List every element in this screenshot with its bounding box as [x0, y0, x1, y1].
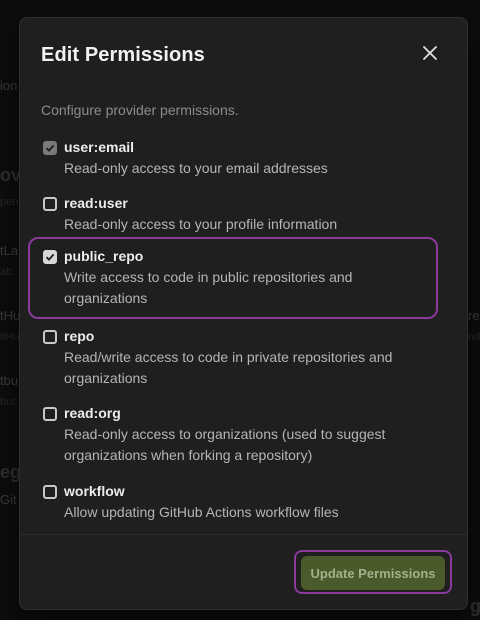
close-button[interactable]: [419, 42, 441, 64]
permission-repo[interactable]: repo Read/write access to code in privat…: [28, 317, 438, 399]
permission-name: user:email: [64, 139, 135, 155]
checkbox-read-org[interactable]: [43, 407, 57, 421]
checkbox-repo[interactable]: [43, 330, 57, 344]
checkbox-public-repo[interactable]: [43, 250, 57, 264]
permission-name: read:user: [64, 195, 128, 211]
permission-read-org[interactable]: read:org Read-only access to organizatio…: [28, 394, 438, 476]
permission-desc: Read-only access to your profile informa…: [64, 216, 338, 232]
permission-read-user[interactable]: read:user Read-only access to your profi…: [28, 184, 438, 245]
edit-permissions-dialog: Edit Permissions Configure provider perm…: [19, 17, 468, 610]
permission-name: public_repo: [64, 248, 144, 264]
checkbox-read-user[interactable]: [43, 197, 57, 211]
permission-desc: Read-only access to organizations (used …: [64, 426, 386, 463]
permission-name: repo: [64, 328, 95, 344]
permission-user-email[interactable]: user:email Read-only access to your emai…: [28, 128, 438, 189]
permission-desc: Write access to code in public repositor…: [64, 269, 353, 306]
permission-name: workflow: [64, 483, 125, 499]
dialog-title: Edit Permissions: [41, 44, 205, 66]
permission-public-repo[interactable]: public_repo Write access to code in publ…: [28, 237, 438, 319]
footer-divider: [20, 534, 467, 535]
checkbox-workflow[interactable]: [43, 485, 57, 499]
check-icon: [45, 253, 55, 261]
close-icon: [423, 46, 437, 60]
permission-desc: Read-only access to your email addresses: [64, 160, 328, 176]
permission-name: read:org: [64, 405, 121, 421]
update-permissions-button[interactable]: Update Permissions: [301, 556, 445, 590]
dialog-subtitle: Configure provider permissions.: [41, 102, 239, 118]
permission-workflow[interactable]: workflow Allow updating GitHub Actions w…: [28, 472, 438, 533]
checkbox-user-email[interactable]: [43, 141, 57, 155]
permission-desc: Read/write access to code in private rep…: [64, 349, 393, 386]
check-icon: [45, 144, 55, 152]
permission-desc: Allow updating GitHub Actions workflow f…: [64, 504, 339, 520]
